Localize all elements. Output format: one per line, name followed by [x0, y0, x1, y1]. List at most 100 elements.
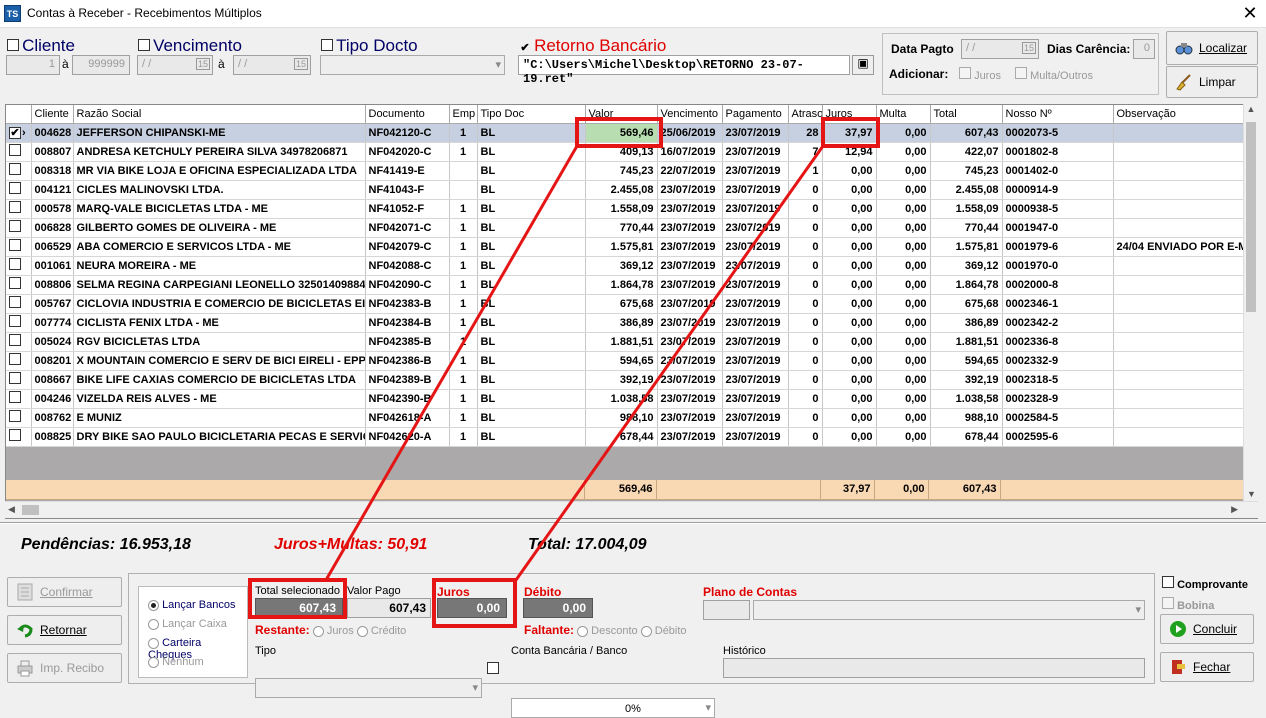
- row-check-cell[interactable]: [6, 275, 32, 295]
- column-header[interactable]: Vencimento: [657, 105, 723, 124]
- concluir-button[interactable]: Concluir: [1160, 614, 1254, 644]
- row-check-cell[interactable]: [6, 237, 32, 257]
- scroll-left-icon[interactable]: ◀: [8, 504, 15, 515]
- row-checkbox[interactable]: [9, 163, 21, 175]
- table-row[interactable]: 008201 X MOUNTAIN COMERCIO E SERV DE BICI…: [6, 351, 1245, 371]
- vencimento-from-input[interactable]: / / 15: [137, 55, 213, 75]
- restante-juros-radio[interactable]: [312, 625, 324, 637]
- table-row[interactable]: 008806 SELMA REGINA CARPEGIANI LEONELLO 3…: [6, 275, 1245, 295]
- table-row[interactable]: 007774 CICLISTA FENIX LTDA - ME NF042384-B…: [6, 313, 1245, 333]
- radio-dot[interactable]: [148, 618, 159, 630]
- retorno-path-input[interactable]: "C:\Users\Michel\Desktop\RETORNO 23-07-1…: [518, 55, 850, 86]
- row-check-cell[interactable]: [6, 351, 32, 371]
- limpar-button[interactable]: Limpar: [1166, 66, 1258, 98]
- table-row[interactable]: 008667 BIKE LIFE CAXIAS COMERCIO DE BICIC…: [6, 370, 1245, 390]
- column-header[interactable]: Atraso: [788, 105, 823, 124]
- row-checkbox[interactable]: ✔: [9, 126, 21, 139]
- scroll-thumb[interactable]: [1246, 122, 1256, 312]
- tipo-select[interactable]: [255, 678, 482, 698]
- juros-checkbox[interactable]: [959, 67, 971, 79]
- row-check-cell[interactable]: [6, 161, 32, 181]
- adicionar-juros[interactable]: Juros: [959, 67, 1001, 82]
- table-row[interactable]: 008762 E MUNIZ NF042618-A 1 BL 988,10 23/07/20…: [6, 408, 1245, 428]
- faltante-debito-radio[interactable]: [640, 625, 652, 637]
- close-icon[interactable]: ✕: [1238, 2, 1262, 24]
- vencimento-to-input[interactable]: / / 15: [233, 55, 311, 75]
- radio-lancar-caixa[interactable]: Lançar Caixa: [148, 618, 227, 630]
- faltante-desconto-radio[interactable]: [577, 625, 589, 637]
- row-checkbox[interactable]: [9, 144, 21, 156]
- row-checkbox[interactable]: [9, 315, 21, 327]
- table-row[interactable]: 005024 RGV BICICLETAS LTDA NF042385-B 1 BL 1.…: [6, 332, 1245, 352]
- localizar-button[interactable]: Localizar: [1166, 31, 1258, 65]
- scroll-right-icon[interactable]: ▶: [1231, 504, 1238, 515]
- row-check-cell[interactable]: [6, 332, 32, 352]
- row-check-cell[interactable]: [6, 427, 32, 447]
- scroll-down-icon[interactable]: ▼: [1244, 489, 1259, 499]
- radio-dot[interactable]: [148, 656, 159, 668]
- row-checkbox[interactable]: [9, 334, 21, 346]
- titles-grid[interactable]: Cliente Razão Social Documento Emp Tipo Doc V…: [5, 104, 1258, 519]
- row-checkbox[interactable]: [9, 353, 21, 365]
- retornar-button[interactable]: Retornar: [7, 615, 122, 645]
- table-row[interactable]: 006828 GILBERTO GOMES DE OLIVEIRA - ME NF0…: [6, 218, 1245, 238]
- cliente-checkbox[interactable]: [7, 39, 19, 51]
- column-header[interactable]: Total: [930, 105, 1003, 124]
- scroll-up-icon[interactable]: ▲: [1244, 104, 1258, 114]
- row-checkbox[interactable]: [9, 410, 21, 422]
- adicionar-multa[interactable]: Multa/Outros: [1015, 67, 1093, 82]
- table-row[interactable]: 001061 NEURA MOREIRA - ME NF042088-C 1 BL 369…: [6, 256, 1245, 276]
- fechar-button[interactable]: Fechar: [1160, 652, 1254, 682]
- radio-nenhum[interactable]: Nenhum: [148, 656, 204, 668]
- row-checkbox[interactable]: [9, 277, 21, 289]
- column-header[interactable]: Tipo Doc: [477, 105, 586, 124]
- row-checkbox[interactable]: [9, 239, 21, 251]
- row-check-cell[interactable]: [6, 256, 32, 276]
- confirmar-button[interactable]: Confirmar: [7, 577, 122, 607]
- vencimento-checkbox[interactable]: [138, 39, 150, 51]
- column-header[interactable]: Emp: [449, 105, 478, 124]
- column-header[interactable]: Razão Social: [73, 105, 366, 124]
- row-checkbox[interactable]: [9, 182, 21, 194]
- tipo-docto-checkbox[interactable]: [321, 39, 333, 51]
- row-check-cell[interactable]: [6, 389, 32, 409]
- multa-checkbox[interactable]: [1015, 67, 1027, 79]
- row-check-cell[interactable]: ✔ ›: [6, 123, 32, 143]
- column-header[interactable]: Cliente: [31, 105, 74, 124]
- bobina-option[interactable]: Bobina: [1162, 597, 1214, 612]
- grid-vertical-scrollbar[interactable]: ▲ ▼: [1243, 104, 1258, 501]
- row-checkbox[interactable]: [9, 296, 21, 308]
- data-pagto-input[interactable]: / / 15: [961, 39, 1039, 59]
- row-check-cell[interactable]: [6, 313, 32, 333]
- radio-dot[interactable]: [148, 599, 159, 611]
- row-check-cell[interactable]: [6, 408, 32, 428]
- row-check-cell[interactable]: [6, 294, 32, 314]
- plano-contas-select[interactable]: [753, 600, 1145, 620]
- table-row[interactable]: 004121 CICLES MALINOVSKI LTDA. NF41043-F BL…: [6, 180, 1245, 200]
- row-checkbox[interactable]: [9, 220, 21, 232]
- calendar-icon[interactable]: 15: [1021, 42, 1036, 54]
- table-row[interactable]: 005767 CICLOVIA INDUSTRIA E COMERCIO DE B…: [6, 294, 1245, 314]
- table-row[interactable]: 004246 VIZELDA REIS ALVES - ME NF042390-B 1…: [6, 389, 1245, 409]
- historico-input[interactable]: [723, 658, 1145, 678]
- column-header[interactable]: Multa: [876, 105, 931, 124]
- calendar-icon[interactable]: 15: [195, 58, 210, 70]
- row-check-cell[interactable]: [6, 199, 32, 219]
- comprovante-checkbox[interactable]: [1162, 576, 1174, 588]
- row-checkbox[interactable]: [9, 201, 21, 213]
- valor-pago-input[interactable]: 607,43: [347, 598, 431, 618]
- table-row[interactable]: 008318 MR VIA BIKE LOJA E OFICINA ESPECIA…: [6, 161, 1245, 181]
- retorno-checkbox[interactable]: ✔: [519, 43, 531, 55]
- table-row[interactable]: 000578 MARQ-VALE BICICLETAS LTDA - ME NF41…: [6, 199, 1245, 219]
- folder-open-icon[interactable]: ▣: [852, 55, 874, 75]
- column-header[interactable]: Pagamento: [722, 105, 789, 124]
- row-checkbox[interactable]: [9, 258, 21, 270]
- radio-dot[interactable]: [148, 637, 159, 649]
- cliente-from-input[interactable]: 1: [6, 55, 60, 75]
- table-row[interactable]: 006529 ABA COMERCIO E SERVICOS LTDA - ME N…: [6, 237, 1245, 257]
- row-check-cell[interactable]: [6, 370, 32, 390]
- radio-lancar-bancos[interactable]: Lançar Bancos: [148, 599, 235, 611]
- row-checkbox[interactable]: [9, 391, 21, 403]
- restante-credito-radio[interactable]: [356, 625, 368, 637]
- row-check-cell[interactable]: [6, 180, 32, 200]
